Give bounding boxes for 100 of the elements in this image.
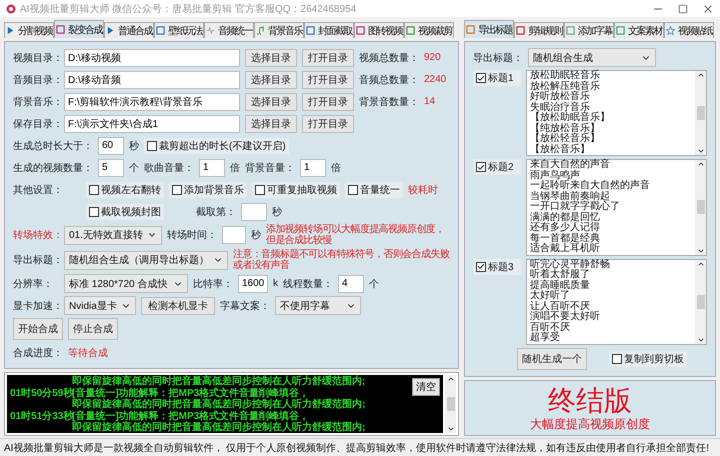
square-icon xyxy=(56,25,65,34)
scrollbar-thumb[interactable] xyxy=(446,397,454,411)
tab[interactable]: 封面截取 xyxy=(304,22,354,38)
field-label: 字幕文案： xyxy=(220,300,270,312)
scrollbar-thumb[interactable] xyxy=(696,106,704,120)
input-field[interactable] xyxy=(222,226,246,244)
dropdown[interactable]: 随机组合生成 xyxy=(528,48,656,67)
tab[interactable]: 图转视频 xyxy=(354,22,404,38)
tab[interactable]: 添加字幕 xyxy=(564,22,614,38)
directory-button[interactable]: 打开目录 xyxy=(302,92,354,110)
input-field[interactable]: 60 xyxy=(98,136,124,154)
count-label: 视频总数量： xyxy=(359,52,419,64)
directory-button[interactable]: 选择目录 xyxy=(245,92,297,110)
title-line: 还有多少人记得 xyxy=(530,223,601,233)
input-field[interactable]: F:\演示文件夹\合成1 xyxy=(64,114,240,132)
title-line: 听完心灵平静舒畅 xyxy=(530,260,611,270)
action-button[interactable]: 停止合成 xyxy=(68,318,118,340)
tab[interactable]: 分割视频 xyxy=(4,22,54,38)
dropdown[interactable]: 01.无特效直接转 xyxy=(64,226,162,244)
tab[interactable]: 壁纸玩法 xyxy=(154,22,204,38)
title-line: 演唱不要太好听 xyxy=(530,312,601,322)
scroll-down-icon[interactable] xyxy=(446,425,454,433)
checkbox[interactable]: 可重复抽取视频 xyxy=(252,182,340,198)
unit-label: k xyxy=(273,278,278,289)
dropdown[interactable]: 随机组合生成（调用导出标题） xyxy=(64,250,228,270)
tab[interactable]: 普通合成 xyxy=(104,22,154,38)
unit-label: 秒 xyxy=(250,228,261,242)
unit-label: 倍 xyxy=(230,162,240,174)
unit-label: 个 xyxy=(369,278,379,290)
checkbox[interactable]: 标题3 xyxy=(473,258,521,274)
count-label: 音频总数量： xyxy=(359,74,419,86)
count-label: 背景音数量： xyxy=(359,96,419,108)
tab[interactable]: 文案素材 xyxy=(614,22,664,38)
field-label: 生成的视频数量： xyxy=(13,162,93,174)
input-field[interactable]: 4 xyxy=(338,274,364,292)
title-line: 一开口就字字戳心了 xyxy=(530,202,621,212)
field-label: 歌曲音量： xyxy=(144,162,194,174)
maximize-icon[interactable] xyxy=(678,4,688,14)
music-note-icon xyxy=(256,26,265,35)
tab[interactable]: 裂变合成 xyxy=(54,20,104,38)
check-icon xyxy=(477,74,485,82)
title-line: 让人百听不厌 xyxy=(530,302,590,312)
field-label: 导出标题： xyxy=(13,254,59,267)
check-icon xyxy=(477,262,485,271)
field-label: 背景音量： xyxy=(245,162,295,174)
close-icon[interactable] xyxy=(702,2,714,14)
dropdown[interactable]: 标准 1280*720 合成快 xyxy=(64,274,188,293)
input-field[interactable] xyxy=(241,202,267,220)
scrollbar-thumb[interactable] xyxy=(696,200,704,214)
detect-gpu-button[interactable]: 检测本机显卡 xyxy=(140,296,215,314)
checkbox[interactable]: 标题2 xyxy=(473,159,521,175)
title-line: 【纯放松音乐】 xyxy=(530,124,601,134)
input-field[interactable]: 1600 xyxy=(238,274,268,292)
dropdown[interactable]: 不使用字幕 xyxy=(274,296,361,315)
directory-button[interactable]: 选择目录 xyxy=(245,48,297,66)
tab[interactable]: 视频裁剪 xyxy=(404,22,454,38)
input-field[interactable]: F:\剪辑软件演示教程\背景音乐 xyxy=(64,92,240,110)
log-line: 即保留旋律高低的同时把音量高低差同步控制在人听力舒缓范围内; xyxy=(71,376,366,387)
input-field[interactable]: 5 xyxy=(98,158,124,176)
tab[interactable]: 背景音乐 xyxy=(254,22,304,38)
checkbox[interactable]: 裁剪超出的时长(不建议开启) xyxy=(144,138,289,154)
field-label: 导出标题： xyxy=(473,52,523,64)
directory-button[interactable]: 打开目录 xyxy=(302,48,354,66)
directory-button[interactable]: 选择目录 xyxy=(245,70,297,88)
input-field[interactable]: 1 xyxy=(300,158,326,176)
generate-button[interactable]: 随机生成一个 xyxy=(517,348,587,370)
promo-subline: 大幅度提高视频原创度 xyxy=(530,416,650,431)
tab[interactable]: 音频统一 xyxy=(204,22,254,38)
title-line: 失眠治疗音乐 xyxy=(530,102,590,112)
checkbox[interactable]: 截取视频封图 xyxy=(86,204,164,220)
title-text-area[interactable]: 放松助眠轻音乐 放松解压纯音乐 好听放松音乐 失眠治疗音乐 【放松助眠音乐】 【纯放松音乐】 【放松轻音乐】 【放松音乐】 xyxy=(526,70,707,156)
scroll-up-icon[interactable] xyxy=(446,375,454,383)
title-text-area[interactable]: 听完心灵平静舒畅 听着太舒服了 提高睡眠质量 太好听了 让人百听不厌 演唱不要太好听 百听不厌 超享受 xyxy=(526,258,707,344)
scroll-down-icon[interactable] xyxy=(696,147,704,155)
tab[interactable]: 视频贴纸 xyxy=(664,22,714,38)
log-line: 01时51分33秒[音量统一]功能解释：把MP3格式文件音量削峰填谷， xyxy=(10,410,310,422)
directory-button[interactable]: 打开目录 xyxy=(302,70,354,88)
checkbox[interactable]: 标题1 xyxy=(473,70,521,86)
checkbox[interactable]: 视频左右翻转 xyxy=(86,182,164,198)
scrollbar-thumb[interactable] xyxy=(696,294,704,308)
title-line: 好听放松音乐 xyxy=(530,92,591,102)
scroll-up-icon[interactable] xyxy=(696,71,704,79)
input-field[interactable]: D:\移动音频 xyxy=(64,70,240,88)
checkbox[interactable]: 音量统一 xyxy=(345,182,403,198)
input-field[interactable]: D:\移动视频 xyxy=(64,48,240,66)
action-button[interactable]: 开始合成 xyxy=(13,318,63,340)
scroll-up-icon[interactable] xyxy=(696,160,704,168)
checkbox[interactable]: 添加背景音乐 xyxy=(169,182,247,198)
title-line: 每一首都是经典 xyxy=(530,234,601,244)
dropdown[interactable]: Nvidia显卡 xyxy=(64,296,136,315)
directory-button[interactable]: 选择目录 xyxy=(245,114,297,132)
title-text-area[interactable]: 来自大自然的声音 雨声鸟鸣声 一起聆听来自大自然的声音 当钢琴曲前奏响起 一开口就字字戳心了 满满的都是回忆 还有多少人记得 每一首都是经典 适合戴上耳机听 xyxy=(526,159,707,256)
clear-button[interactable]: 清空 xyxy=(412,378,440,396)
tab[interactable]: 导出标题 xyxy=(464,20,514,38)
tab[interactable]: 剪辑规则 xyxy=(514,22,564,38)
play-icon xyxy=(106,26,115,35)
checkbox[interactable]: 复制到剪切板 xyxy=(609,350,687,366)
title-line: 超享受 xyxy=(530,333,561,344)
input-field[interactable]: 1 xyxy=(199,158,225,176)
directory-button[interactable]: 打开目录 xyxy=(302,114,354,132)
